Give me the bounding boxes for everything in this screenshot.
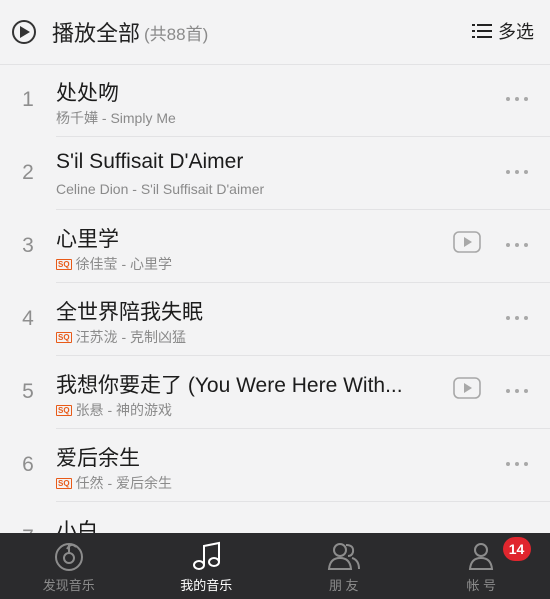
- play-circle-icon: [12, 20, 36, 44]
- song-title: 处处吻: [56, 82, 119, 105]
- artist-album: 张悬 - 神的游戏: [75, 402, 173, 418]
- song-subtitle: SQ 徐佳莹 - 心里学: [56, 254, 172, 274]
- tab-account[interactable]: 帐 号 14: [413, 533, 550, 599]
- tab-my-music[interactable]: 我的音乐: [138, 533, 276, 599]
- play-all-button[interactable]: 播放全部 (共88首): [12, 16, 208, 48]
- more-options-icon[interactable]: [506, 235, 528, 255]
- song-title: 爱后余生: [56, 447, 140, 470]
- artist-album: Celine Dion - S'il Suffisait D'aimer: [56, 181, 265, 197]
- artist-album: 徐佳莹 - 心里学: [75, 256, 173, 272]
- song-index: 2: [22, 161, 34, 184]
- more-options-icon[interactable]: [506, 162, 528, 182]
- sq-quality-icon: SQ: [56, 258, 72, 270]
- song-index: 1: [22, 88, 34, 111]
- song-subtitle: 杨千嬅 - Simply Me: [56, 108, 176, 128]
- more-options-icon[interactable]: [506, 381, 528, 401]
- artist-album: 杨千嬅 - Simply Me: [56, 110, 176, 126]
- song-index: 4: [22, 307, 34, 330]
- song-index: 5: [22, 380, 34, 403]
- song-row[interactable]: 5 我想你要走了 (You Were Here With... SQ 张悬 - …: [0, 356, 550, 429]
- song-row[interactable]: 2 S'il Suffisait D'Aimer Celine Dion - S…: [0, 137, 550, 210]
- playlist-header: 播放全部 (共88首) 多选: [0, 0, 550, 65]
- tab-label: 发现音乐: [42, 578, 95, 593]
- multi-select-button[interactable]: 多选: [472, 18, 534, 44]
- song-subtitle: Celine Dion - S'il Suffisait D'aimer: [56, 181, 264, 197]
- song-title: 心里学: [56, 228, 119, 251]
- multi-select-label: 多选: [498, 22, 534, 42]
- account-icon: [469, 543, 494, 570]
- song-subtitle: SQ 汪苏泷 - 克制凶猛: [56, 327, 186, 347]
- play-all-label: 播放全部: [52, 21, 141, 46]
- tab-label: 朋 友: [328, 578, 359, 593]
- artist-album: 汪苏泷 - 克制凶猛: [75, 329, 187, 345]
- mv-play-icon[interactable]: [453, 377, 481, 404]
- sq-quality-icon: SQ: [56, 404, 72, 416]
- list-icon: [472, 24, 492, 38]
- netease-logo-icon: [54, 543, 83, 571]
- song-list: 1 处处吻 杨千嬅 - Simply Me 2 S'il Suffisait D…: [0, 64, 550, 575]
- bottom-tab-bar: 发现音乐 我的音乐 朋 友 帐 号 14: [0, 533, 550, 599]
- song-subtitle: SQ 张悬 - 神的游戏: [56, 400, 172, 420]
- song-title: 我想你要走了 (You Were Here With...: [56, 374, 403, 397]
- friends-icon: [327, 543, 360, 570]
- sq-quality-icon: SQ: [56, 477, 72, 489]
- tab-label: 帐 号: [466, 578, 497, 593]
- tab-label: 我的音乐: [180, 578, 233, 593]
- more-options-icon[interactable]: [506, 308, 528, 328]
- song-row[interactable]: 6 爱后余生 SQ 任然 - 爱后余生: [0, 429, 550, 502]
- music-note-icon: [193, 541, 221, 570]
- mv-play-icon[interactable]: [453, 231, 481, 258]
- song-title: 全世界陪我失眠: [56, 301, 203, 324]
- song-index: 3: [22, 234, 34, 257]
- notification-badge: 14: [502, 537, 531, 561]
- song-count: (共88首): [144, 24, 209, 44]
- song-row[interactable]: 3 心里学 SQ 徐佳莹 - 心里学: [0, 210, 550, 283]
- song-index: 6: [22, 453, 34, 476]
- tab-discover-music[interactable]: 发现音乐: [0, 533, 138, 599]
- song-subtitle: SQ 任然 - 爱后余生: [56, 473, 172, 493]
- sq-quality-icon: SQ: [56, 331, 72, 343]
- more-options-icon[interactable]: [506, 454, 528, 474]
- song-row[interactable]: 1 处处吻 杨千嬅 - Simply Me: [0, 64, 550, 137]
- tab-friends[interactable]: 朋 友: [275, 533, 413, 599]
- artist-album: 任然 - 爱后余生: [75, 475, 173, 491]
- song-title: S'il Suffisait D'Aimer: [56, 150, 244, 173]
- more-options-icon[interactable]: [506, 89, 528, 109]
- song-row[interactable]: 4 全世界陪我失眠 SQ 汪苏泷 - 克制凶猛: [0, 283, 550, 356]
